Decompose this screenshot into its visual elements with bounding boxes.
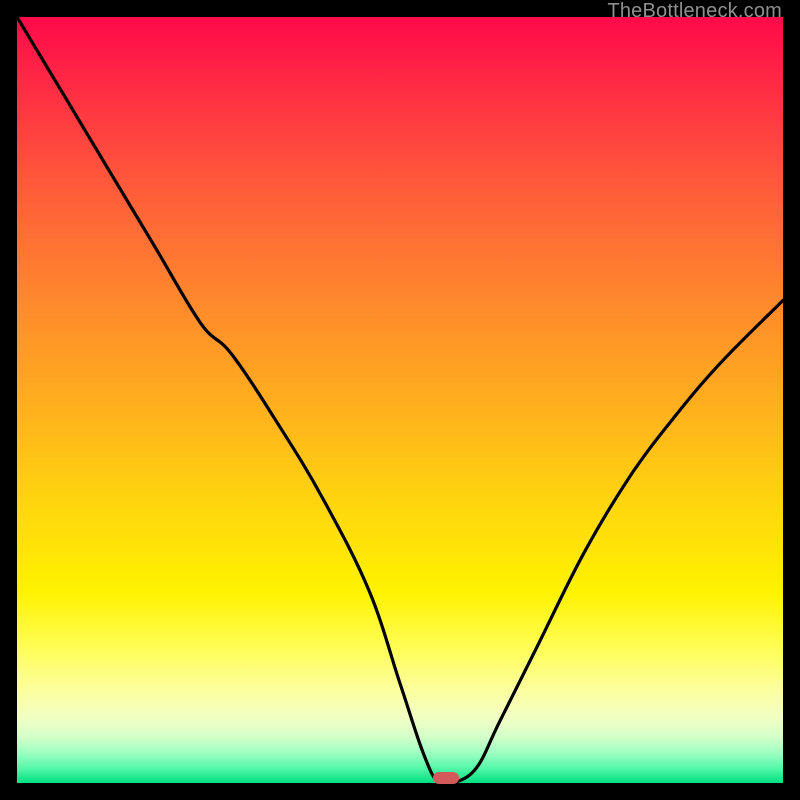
- optimal-point-marker: [433, 772, 459, 784]
- plot-area: [17, 17, 783, 783]
- watermark-text: TheBottleneck.com: [607, 0, 782, 23]
- bottleneck-curve: [17, 17, 783, 783]
- chart-frame: TheBottleneck.com: [0, 0, 800, 800]
